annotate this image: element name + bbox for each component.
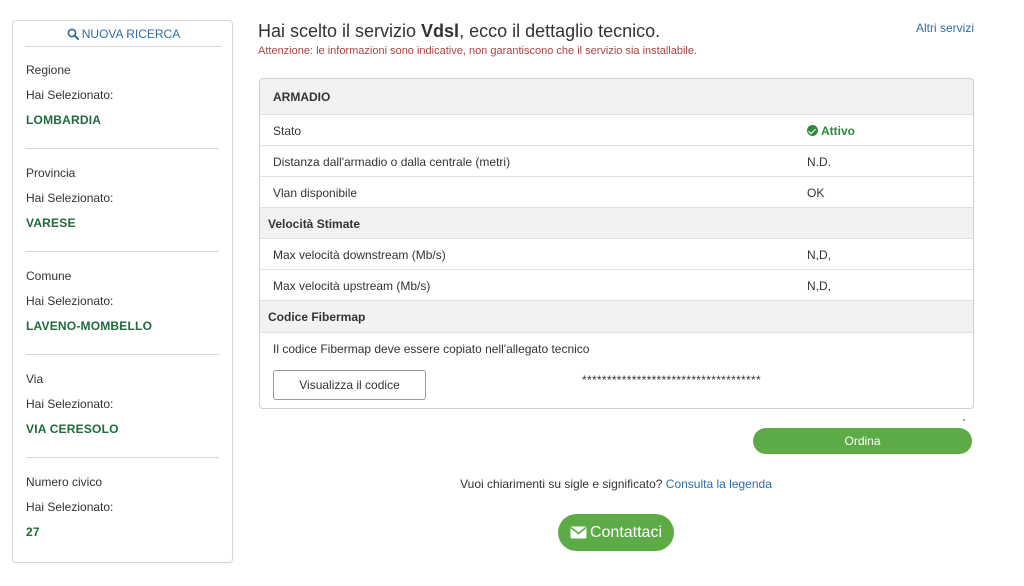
table-row: Stato Attivo <box>260 114 973 145</box>
technical-details-panel: ARMADIO Stato Attivo Distanza dall'armad… <box>259 78 974 409</box>
view-code-button[interactable]: Visualizza il codice <box>273 370 426 400</box>
status-label: Stato <box>273 124 302 138</box>
region-label: Regione <box>26 63 71 77</box>
other-services-link[interactable]: Altri servizi <box>916 21 974 35</box>
table-row: Vlan disponibile OK <box>260 176 973 207</box>
province-value: VARESE <box>26 216 76 230</box>
divider <box>26 148 219 149</box>
decorative-dot <box>963 419 965 421</box>
fibermap-header: Codice Fibermap <box>268 310 366 324</box>
masked-fibermap-code: ************************************ <box>582 373 761 387</box>
armadio-header-row: ARMADIO <box>260 79 973 114</box>
divider <box>26 457 219 458</box>
fibermap-header-row: Codice Fibermap <box>260 300 973 332</box>
upstream-value: N,D, <box>807 279 831 293</box>
house-number-selected-prefix: Hai Selezionato: <box>26 500 114 514</box>
street-selected-prefix: Hai Selezionato: <box>26 397 114 411</box>
municipality-label: Comune <box>26 269 72 283</box>
street-value: VIA CERESOLO <box>26 422 119 436</box>
municipality-selected-prefix: Hai Selezionato: <box>26 294 114 308</box>
divider <box>26 251 219 252</box>
region-value: LOMBARDIA <box>26 113 102 127</box>
province-selected-prefix: Hai Selezionato: <box>26 191 114 205</box>
municipality-value: LAVENO-MOMBELLO <box>26 319 153 333</box>
divider <box>26 354 219 355</box>
order-button[interactable]: Ordina <box>753 428 972 454</box>
status-text: Attivo <box>821 124 855 138</box>
contact-button[interactable]: Contattaci <box>558 514 674 551</box>
legend-link[interactable]: Consulta la legenda <box>666 477 772 491</box>
check-circle-icon <box>807 125 818 136</box>
distance-label: Distanza dall'armadio o dalla centrale (… <box>273 155 511 169</box>
distance-value: N.D. <box>807 155 831 169</box>
vlan-value: OK <box>807 186 825 200</box>
vlan-label: Vlan disponibile <box>273 186 358 200</box>
contact-label: Contattaci <box>589 524 663 541</box>
status-value: Attivo <box>807 124 855 138</box>
upstream-label: Max velocità upstream (Mb/s) <box>273 279 431 293</box>
title-prefix: Hai scelto il servizio <box>258 21 422 41</box>
search-icon <box>67 28 79 40</box>
service-name: Vdsl <box>421 21 460 41</box>
region-selected-prefix: Hai Selezionato: <box>26 88 114 102</box>
house-number-value: 27 <box>26 525 40 539</box>
legend-prompt: Vuoi chiarimenti su sigle e significato?… <box>0 477 1024 491</box>
downstream-value: N,D, <box>807 248 831 262</box>
province-label: Provincia <box>26 166 76 180</box>
speed-header-row: Velocità Stimate <box>260 207 973 238</box>
new-search-label: NUOVA RICERCA <box>81 27 181 41</box>
fibermap-note: Il codice Fibermap deve essere copiato n… <box>273 342 590 356</box>
legend-question: Vuoi chiarimenti su sigle e significato? <box>460 477 663 491</box>
installability-warning: Attenzione: le informazioni sono indicat… <box>258 45 698 57</box>
street-label: Via <box>26 372 44 386</box>
armadio-header: ARMADIO <box>273 90 331 104</box>
table-row: Max velocità upstream (Mb/s) N,D, <box>260 269 973 300</box>
table-row: Max velocità downstream (Mb/s) N,D, <box>260 238 973 269</box>
page-title: Hai scelto il servizio Vdsl, ecco il det… <box>258 21 660 42</box>
speed-header: Velocità Stimate <box>268 217 361 231</box>
title-suffix: , ecco il dettaglio tecnico. <box>459 21 661 41</box>
downstream-label: Max velocità downstream (Mb/s) <box>273 248 446 262</box>
new-search-link[interactable]: NUOVA RICERCA <box>25 27 222 47</box>
envelope-icon <box>570 526 587 539</box>
table-row: Distanza dall'armadio o dalla centrale (… <box>260 145 973 176</box>
